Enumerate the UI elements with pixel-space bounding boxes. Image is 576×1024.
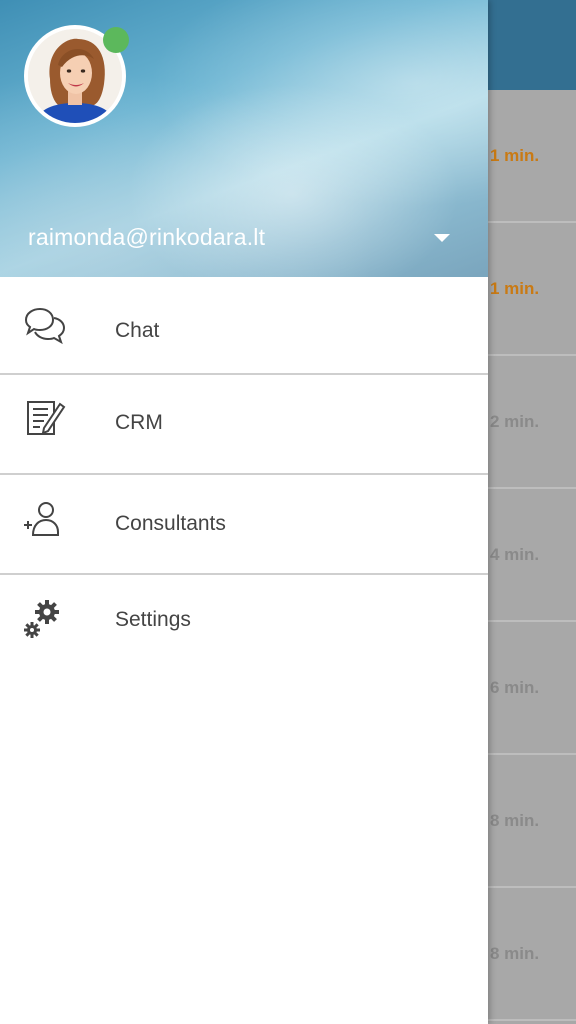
menu-item-label: Chat [115,319,160,342]
list-item-time: 8 min. [490,810,540,830]
menu-item-crm[interactable]: CRM [0,374,488,475]
menu-item-consultants[interactable]: Consultants [0,474,488,575]
account-email[interactable]: raimonda@rinkodara.lt [28,224,265,251]
gears-icon [22,598,66,642]
navigation-drawer: raimonda@rinkodara.lt Chat CRM Consultan… [0,0,488,1024]
online-status-indicator [103,27,129,53]
list-item-time: 8 min. [490,943,540,963]
drawer-menu: Chat CRM Consultants Settings [0,277,488,674]
drawer-header: raimonda@rinkodara.lt [0,0,488,277]
chevron-down-icon[interactable] [434,234,450,242]
menu-item-label: CRM [115,411,163,434]
list-item-time: 2 min. [490,411,540,431]
edit-document-icon [22,398,66,442]
menu-item-settings[interactable]: Settings [0,574,488,674]
menu-item-chat[interactable]: Chat [0,277,488,375]
list-item-time: 1 min. [490,145,540,165]
menu-item-label: Consultants [115,512,226,535]
chat-bubbles-icon [22,306,66,350]
menu-item-label: Settings [115,608,191,631]
list-item-time: 4 min. [490,544,540,564]
list-item-time: 1 min. [490,278,540,298]
list-item-time: 6 min. [490,677,540,697]
add-user-icon [22,499,66,543]
